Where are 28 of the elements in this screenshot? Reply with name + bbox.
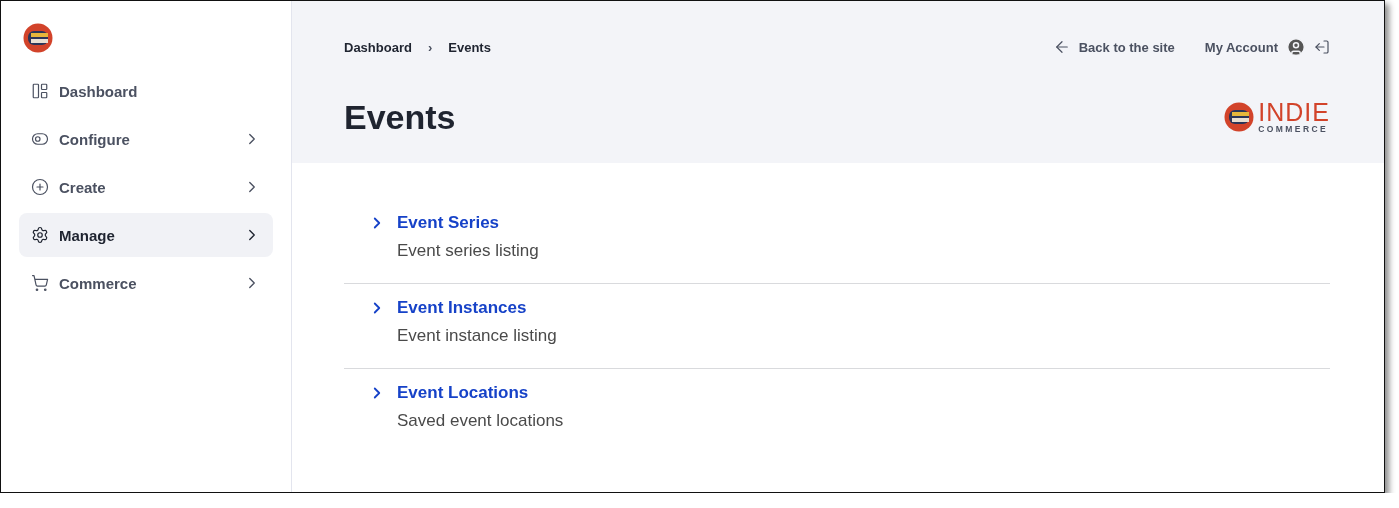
sidebar-item[interactable]: Manage [19,213,273,257]
sidebar-item[interactable]: Commerce [19,261,273,305]
brand-tagline: COMMERCE [1258,125,1330,134]
logout-icon[interactable] [1314,39,1330,55]
brand-wordmark: INDIE [1258,100,1330,126]
layout-icon [31,82,49,100]
section-description: Event series listing [397,241,540,262]
section-link[interactable]: Event Instances [344,298,1330,318]
cart-icon [31,274,49,292]
back-to-site-link[interactable]: Back to the site [1052,38,1175,56]
breadcrumb-separator: › [427,39,433,55]
sidebar-item[interactable]: Dashboard [19,69,273,113]
breadcrumb-link[interactable]: Events [448,39,491,55]
section-description: Saved event locations [397,411,565,432]
section-description: Event instance listing [397,326,558,347]
page-title: Events [344,97,456,137]
user-icon [1286,37,1306,57]
section-link[interactable]: Event Series [344,213,1330,233]
logo-icon [23,23,53,53]
plus-circle-icon [31,178,49,196]
my-account-link[interactable]: My Account [1204,37,1306,57]
section-link[interactable]: Event Locations [344,383,1330,403]
toggle-icon [31,130,49,148]
brand-logo-icon [1224,102,1255,132]
breadcrumb-link[interactable]: Dashboard [344,39,412,55]
settings-icon [31,226,49,244]
sidebar-item[interactable]: Configure [19,117,273,161]
sidebar-item[interactable]: Create [19,165,273,209]
